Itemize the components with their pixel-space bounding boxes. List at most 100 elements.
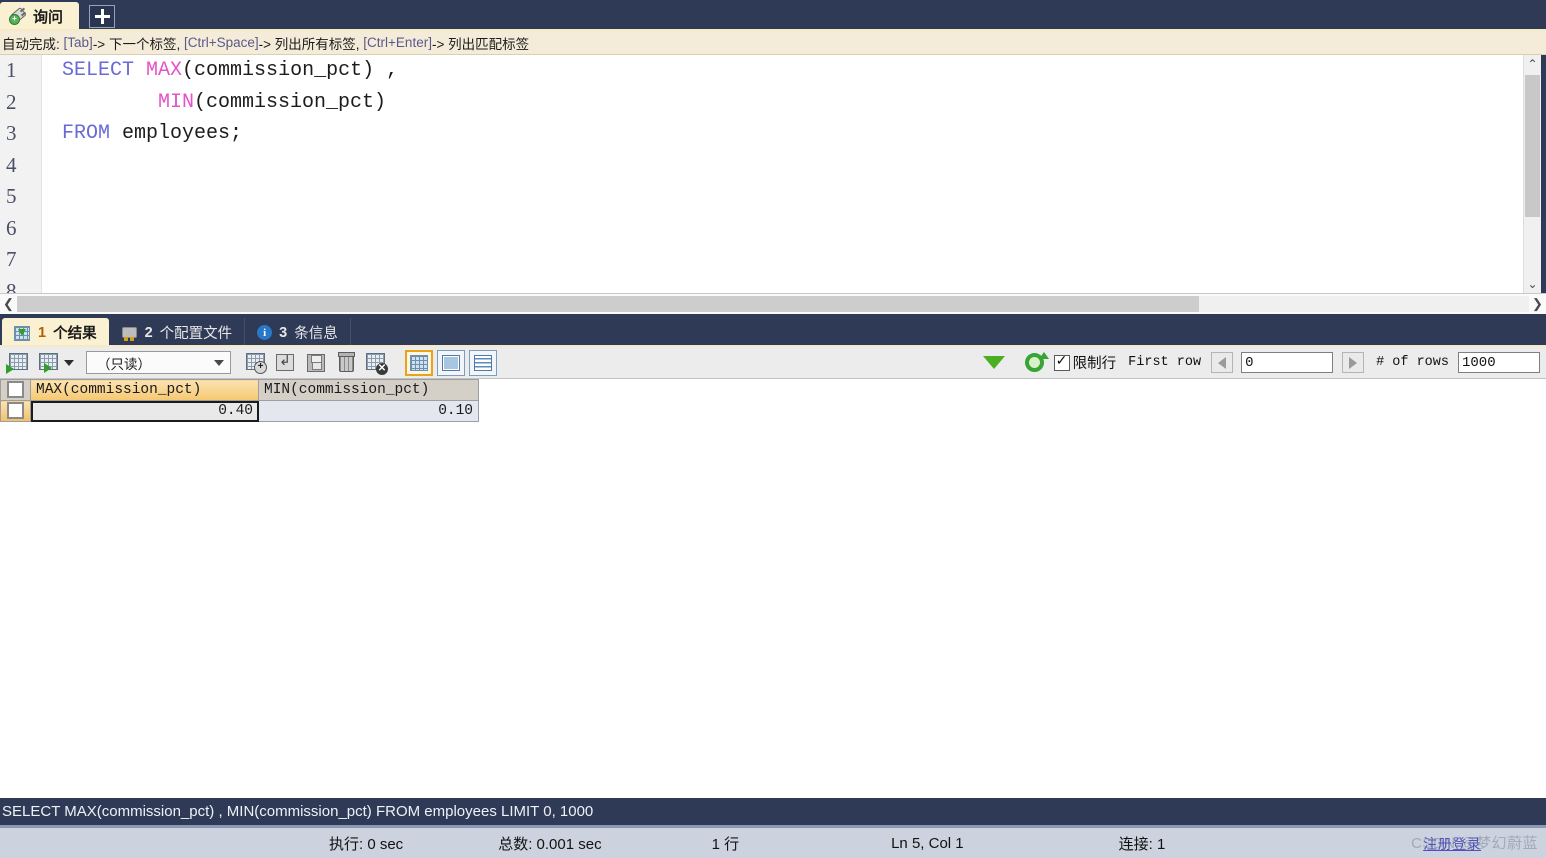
hint-text-3: -> 列出匹配标签 <box>431 36 530 52</box>
insert-row-icon[interactable]: + <box>243 351 269 375</box>
hint-key-tab: [Tab] <box>63 35 93 50</box>
status-connection: 连接: 1 <box>1118 835 1166 853</box>
column-header-max[interactable]: MAX(commission_pct) <box>30 379 259 401</box>
chevron-down-icon[interactable] <box>64 359 74 366</box>
scroll-left-icon[interactable]: ❮ <box>0 296 17 312</box>
scroll-up-icon[interactable]: ⌃ <box>1524 55 1541 73</box>
line-number-gutter: 1 2 3 4 5 6 7 8 <box>0 55 42 293</box>
save-icon[interactable] <box>303 351 329 375</box>
code-line: FROM employees; <box>62 118 1523 150</box>
horizontal-scroll-track[interactable] <box>17 296 1529 312</box>
line-number: 1 <box>6 58 17 82</box>
cell-min-commission-pct[interactable]: 0.10 <box>258 400 479 422</box>
tab-profiles-count: 2 <box>144 324 153 341</box>
sql-text: (commission_pct) , <box>182 59 399 82</box>
tab-messages-label: 条信息 <box>294 326 338 342</box>
hint-text-2: -> 列出所有标签, <box>258 36 360 52</box>
status-exec-time: 执行: 0 sec <box>329 835 404 853</box>
scroll-right-icon[interactable]: ❯ <box>1529 296 1546 312</box>
tab-messages-count: 3 <box>279 324 288 341</box>
cell-max-commission-pct[interactable]: 0.40 <box>30 400 259 422</box>
next-arrow-icon[interactable] <box>1342 352 1365 373</box>
table-header-row: MAX(commission_pct) MIN(commission_pct) <box>0 379 479 401</box>
executed-query-text: SELECT MAX(commission_pct) , MIN(commiss… <box>2 803 594 820</box>
table-row[interactable]: 0.40 0.10 <box>0 400 479 422</box>
form-view-icon[interactable] <box>437 349 465 376</box>
vertical-scroll-thumb[interactable] <box>1525 75 1540 217</box>
checkbox-icon[interactable] <box>1053 352 1070 371</box>
status-bar: 执行: 0 sec 总数: 0.001 sec 1 行 Ln 5, Col 1 … <box>0 828 1546 858</box>
chevron-down-icon <box>214 359 224 366</box>
prev-arrow-icon[interactable] <box>1211 352 1234 373</box>
info-icon: i <box>257 325 273 340</box>
line-number: 7 <box>6 247 17 271</box>
line-number: 6 <box>6 215 17 240</box>
result-toolbar: （只读） + ✕ 限制行 First row 0 # of rows 1000 <box>0 347 1546 389</box>
num-rows-label: # of rows <box>1376 355 1449 370</box>
first-row-label: First row <box>1128 355 1202 370</box>
edit-mode-select[interactable]: （只读） <box>86 351 231 374</box>
editor-right-edge <box>1541 55 1546 293</box>
executed-query-strip: SELECT MAX(commission_pct) , MIN(commiss… <box>0 798 1546 828</box>
hint-key-ctrl-space: [Ctrl+Space] <box>183 35 259 50</box>
sql-keyword: SELECT <box>62 59 135 82</box>
first-row-input[interactable]: 0 <box>1241 352 1334 373</box>
sql-function: MAX <box>146 59 183 82</box>
tab-results-count: 1 <box>38 324 47 341</box>
text-view-icon[interactable] <box>469 349 497 376</box>
status-total-time: 总数: 0.001 sec <box>498 835 602 853</box>
tab-messages[interactable]: i 3 条信息 <box>245 318 351 347</box>
limit-rows-checkbox[interactable]: 限制行 <box>1053 352 1117 373</box>
tab-results[interactable]: 1 个结果 <box>2 318 109 347</box>
profile-icon <box>121 325 138 341</box>
tab-results-label: 个结果 <box>53 326 97 342</box>
tab-query-label: 询问 <box>33 9 64 26</box>
status-caret-position: Ln 5, Col 1 <box>891 834 964 852</box>
watermark-link[interactable]: 注册登录 <box>1423 834 1481 854</box>
limit-rows-label: 限制行 <box>1072 356 1117 372</box>
autocomplete-hint-bar: 自动完成: [Tab] -> 下一个标签, [Ctrl+Space] -> 列出… <box>0 31 1546 55</box>
result-tab-bar: 1 个结果 2 个配置文件 i 3 条信息 <box>0 316 1546 347</box>
result-grid-icon <box>14 325 31 341</box>
editor-vertical-scrollbar[interactable]: ⌃ ⌄ <box>1523 55 1541 293</box>
sql-text: (commission_pct) <box>194 90 387 114</box>
status-row-count: 1 行 <box>711 835 740 853</box>
line-number: 3 <box>6 121 17 145</box>
filter-icon[interactable] <box>982 356 1005 389</box>
grid-view-icon[interactable] <box>405 349 433 376</box>
num-rows-input[interactable]: 1000 <box>1458 352 1540 373</box>
export-grid-icon[interactable] <box>6 351 32 375</box>
line-number: 4 <box>6 152 17 177</box>
watermark: CSDN @梦幻蔚蓝 注册登录 <box>1411 832 1538 853</box>
revert-icon[interactable] <box>273 351 299 375</box>
code-line: MIN(commission_pct) <box>62 87 1523 119</box>
code-line: SELECT MAX(commission_pct) , <box>62 55 1523 87</box>
result-grid-area[interactable]: MAX(commission_pct) MIN(commission_pct) … <box>0 379 1546 731</box>
plus-icon <box>94 9 110 24</box>
horizontal-scroll-thumb[interactable] <box>17 296 1199 312</box>
tab-query[interactable]: + 询问 <box>0 2 80 31</box>
editor-horizontal-scrollbar[interactable]: ❮ ❯ <box>0 294 1546 316</box>
select-all-header[interactable] <box>0 379 31 401</box>
plug-add-icon: + <box>9 6 27 25</box>
sql-code-area[interactable]: SELECT MAX(commission_pct) , MIN(commiss… <box>42 55 1523 293</box>
delete-row-icon[interactable] <box>333 351 359 375</box>
clear-icon[interactable]: ✕ <box>363 351 389 375</box>
column-header-min[interactable]: MIN(commission_pct) <box>258 379 479 401</box>
tab-profiles[interactable]: 2 个配置文件 <box>109 318 246 347</box>
tab-profiles-label: 个配置文件 <box>159 326 233 342</box>
sql-text: employees; <box>110 122 243 145</box>
checkbox-icon[interactable] <box>7 381 24 399</box>
line-number: 8 <box>6 278 17 294</box>
line-number: 5 <box>6 184 17 208</box>
row-selector[interactable] <box>0 400 31 422</box>
sql-keyword: FROM <box>62 122 111 145</box>
checkbox-icon[interactable] <box>7 402 24 420</box>
edit-mode-value: （只读） <box>97 356 151 372</box>
scroll-down-icon[interactable]: ⌄ <box>1524 275 1541 293</box>
refresh-icon[interactable] <box>1024 352 1049 372</box>
sql-function: MIN <box>158 90 195 114</box>
sql-editor[interactable]: 1 2 3 4 5 6 7 8 SELECT MAX(commission_pc… <box>0 55 1546 294</box>
import-grid-icon[interactable] <box>36 351 62 375</box>
new-tab-button[interactable] <box>89 5 116 28</box>
